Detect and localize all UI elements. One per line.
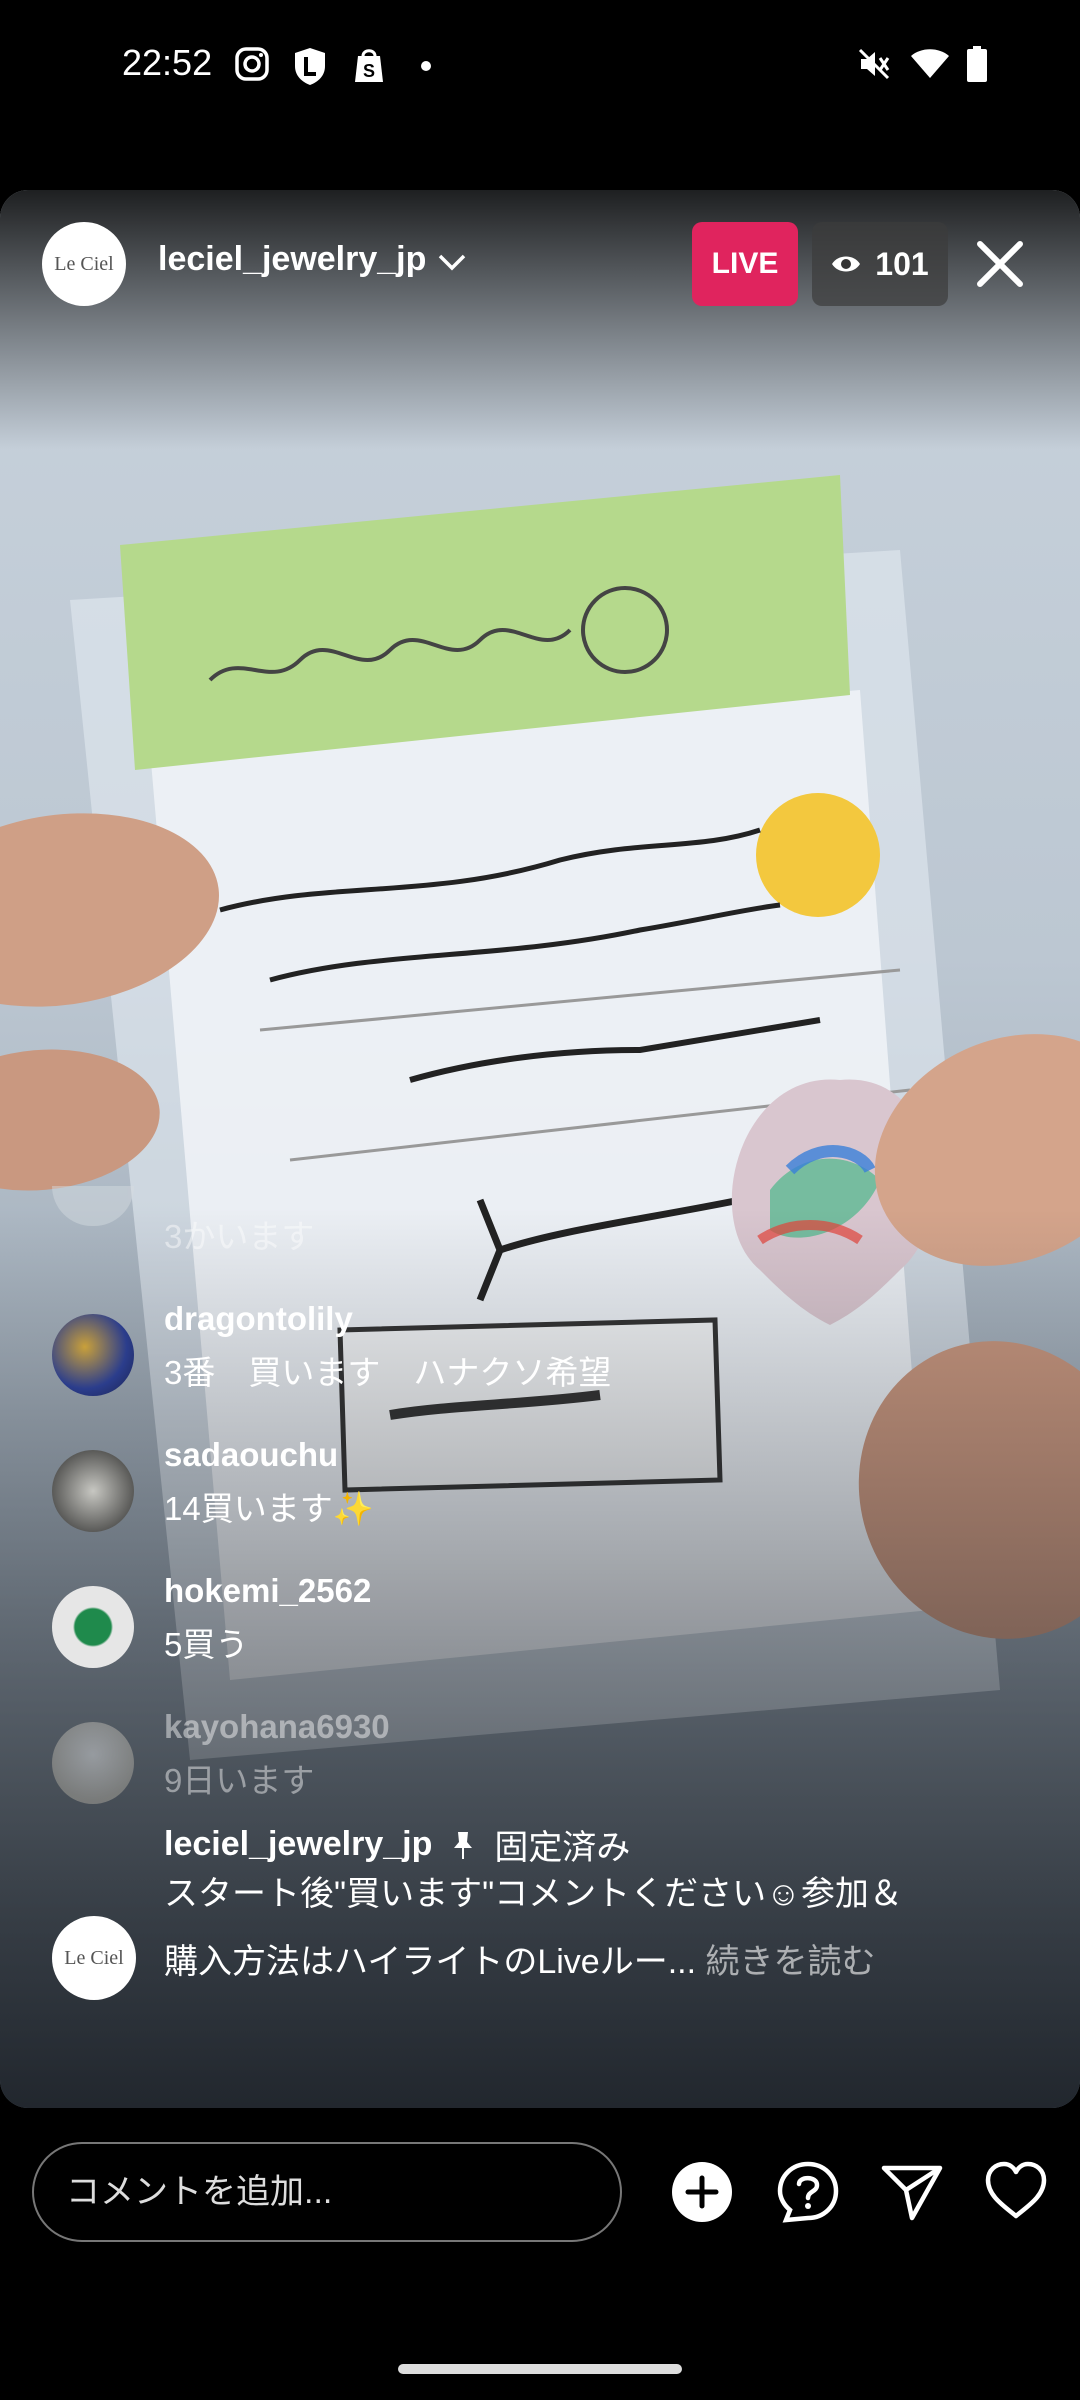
comment-text: 3かいます bbox=[164, 1218, 315, 1255]
host-username[interactable]: leciel_jewelry_jp bbox=[158, 240, 426, 279]
comment-text: 9日います bbox=[164, 1762, 315, 1799]
add-icon[interactable] bbox=[670, 2160, 734, 2224]
comment-username[interactable]: kayohana6930 bbox=[164, 1708, 390, 1746]
svg-text:S: S bbox=[363, 61, 375, 81]
question-icon[interactable] bbox=[776, 2160, 840, 2224]
comment-username[interactable]: hokemi_2562 bbox=[164, 1572, 371, 1610]
viewer-count: 101 bbox=[875, 245, 929, 282]
comment-avatar[interactable] bbox=[52, 1450, 134, 1532]
wifi-icon bbox=[911, 49, 949, 78]
pinned-comment[interactable]: Le Ciel leciel_jewelry_jp 固定済み スタート後"買いま… bbox=[0, 1820, 1080, 2080]
pinned-avatar[interactable]: Le Ciel bbox=[52, 1916, 136, 2000]
comment-avatar[interactable] bbox=[52, 1586, 134, 1668]
shopify-icon: S bbox=[355, 49, 383, 82]
host-avatar[interactable]: Le Ciel bbox=[42, 222, 126, 306]
chevron-down-icon[interactable] bbox=[436, 246, 468, 278]
home-indicator[interactable] bbox=[398, 2364, 682, 2374]
live-video[interactable]: Le Ciel leciel_jewelry_jp LIVE 101 3かいます… bbox=[0, 190, 1080, 2108]
status-time: 22:52 bbox=[122, 42, 213, 83]
comment-username[interactable]: sadaouchu bbox=[164, 1436, 338, 1474]
eye-icon bbox=[832, 256, 861, 272]
comment-text: 3番 買います ハナクソ希望 bbox=[164, 1354, 612, 1391]
dot-icon bbox=[421, 61, 431, 71]
status-bar: 22:52 S bbox=[0, 0, 1080, 135]
comment-avatar[interactable] bbox=[52, 1314, 134, 1396]
comment-avatar[interactable] bbox=[52, 1722, 134, 1804]
battery-icon bbox=[967, 46, 987, 82]
viewer-count-badge[interactable]: 101 bbox=[812, 222, 948, 306]
mute-icon bbox=[858, 48, 890, 80]
shield-l-icon bbox=[295, 48, 325, 85]
pin-icon bbox=[454, 1831, 473, 1859]
send-icon[interactable] bbox=[880, 2160, 944, 2224]
live-label: LIVE bbox=[711, 247, 779, 280]
comment-username[interactable]: dragontolily bbox=[164, 1300, 353, 1338]
host-logo-text: Le Ciel bbox=[54, 252, 114, 275]
comment-text: 14買います✨ bbox=[164, 1490, 374, 1527]
pinned-username[interactable]: leciel_jewelry_jp bbox=[164, 1825, 432, 1864]
comment-text: 5買う bbox=[164, 1626, 249, 1663]
pinned-logo-text: Le Ciel bbox=[64, 1946, 124, 1969]
comment-input[interactable]: コメントを追加... bbox=[32, 2142, 622, 2242]
instagram-icon bbox=[235, 47, 269, 81]
heart-icon[interactable] bbox=[984, 2160, 1048, 2224]
read-more-link[interactable]: 続きを読む bbox=[705, 1943, 875, 1981]
pinned-text: スタート後"買います"コメントください☺参加＆購入方法はハイライトのLiveルー… bbox=[164, 1860, 924, 1996]
live-badge: LIVE bbox=[692, 222, 798, 306]
close-icon[interactable] bbox=[972, 236, 1028, 292]
